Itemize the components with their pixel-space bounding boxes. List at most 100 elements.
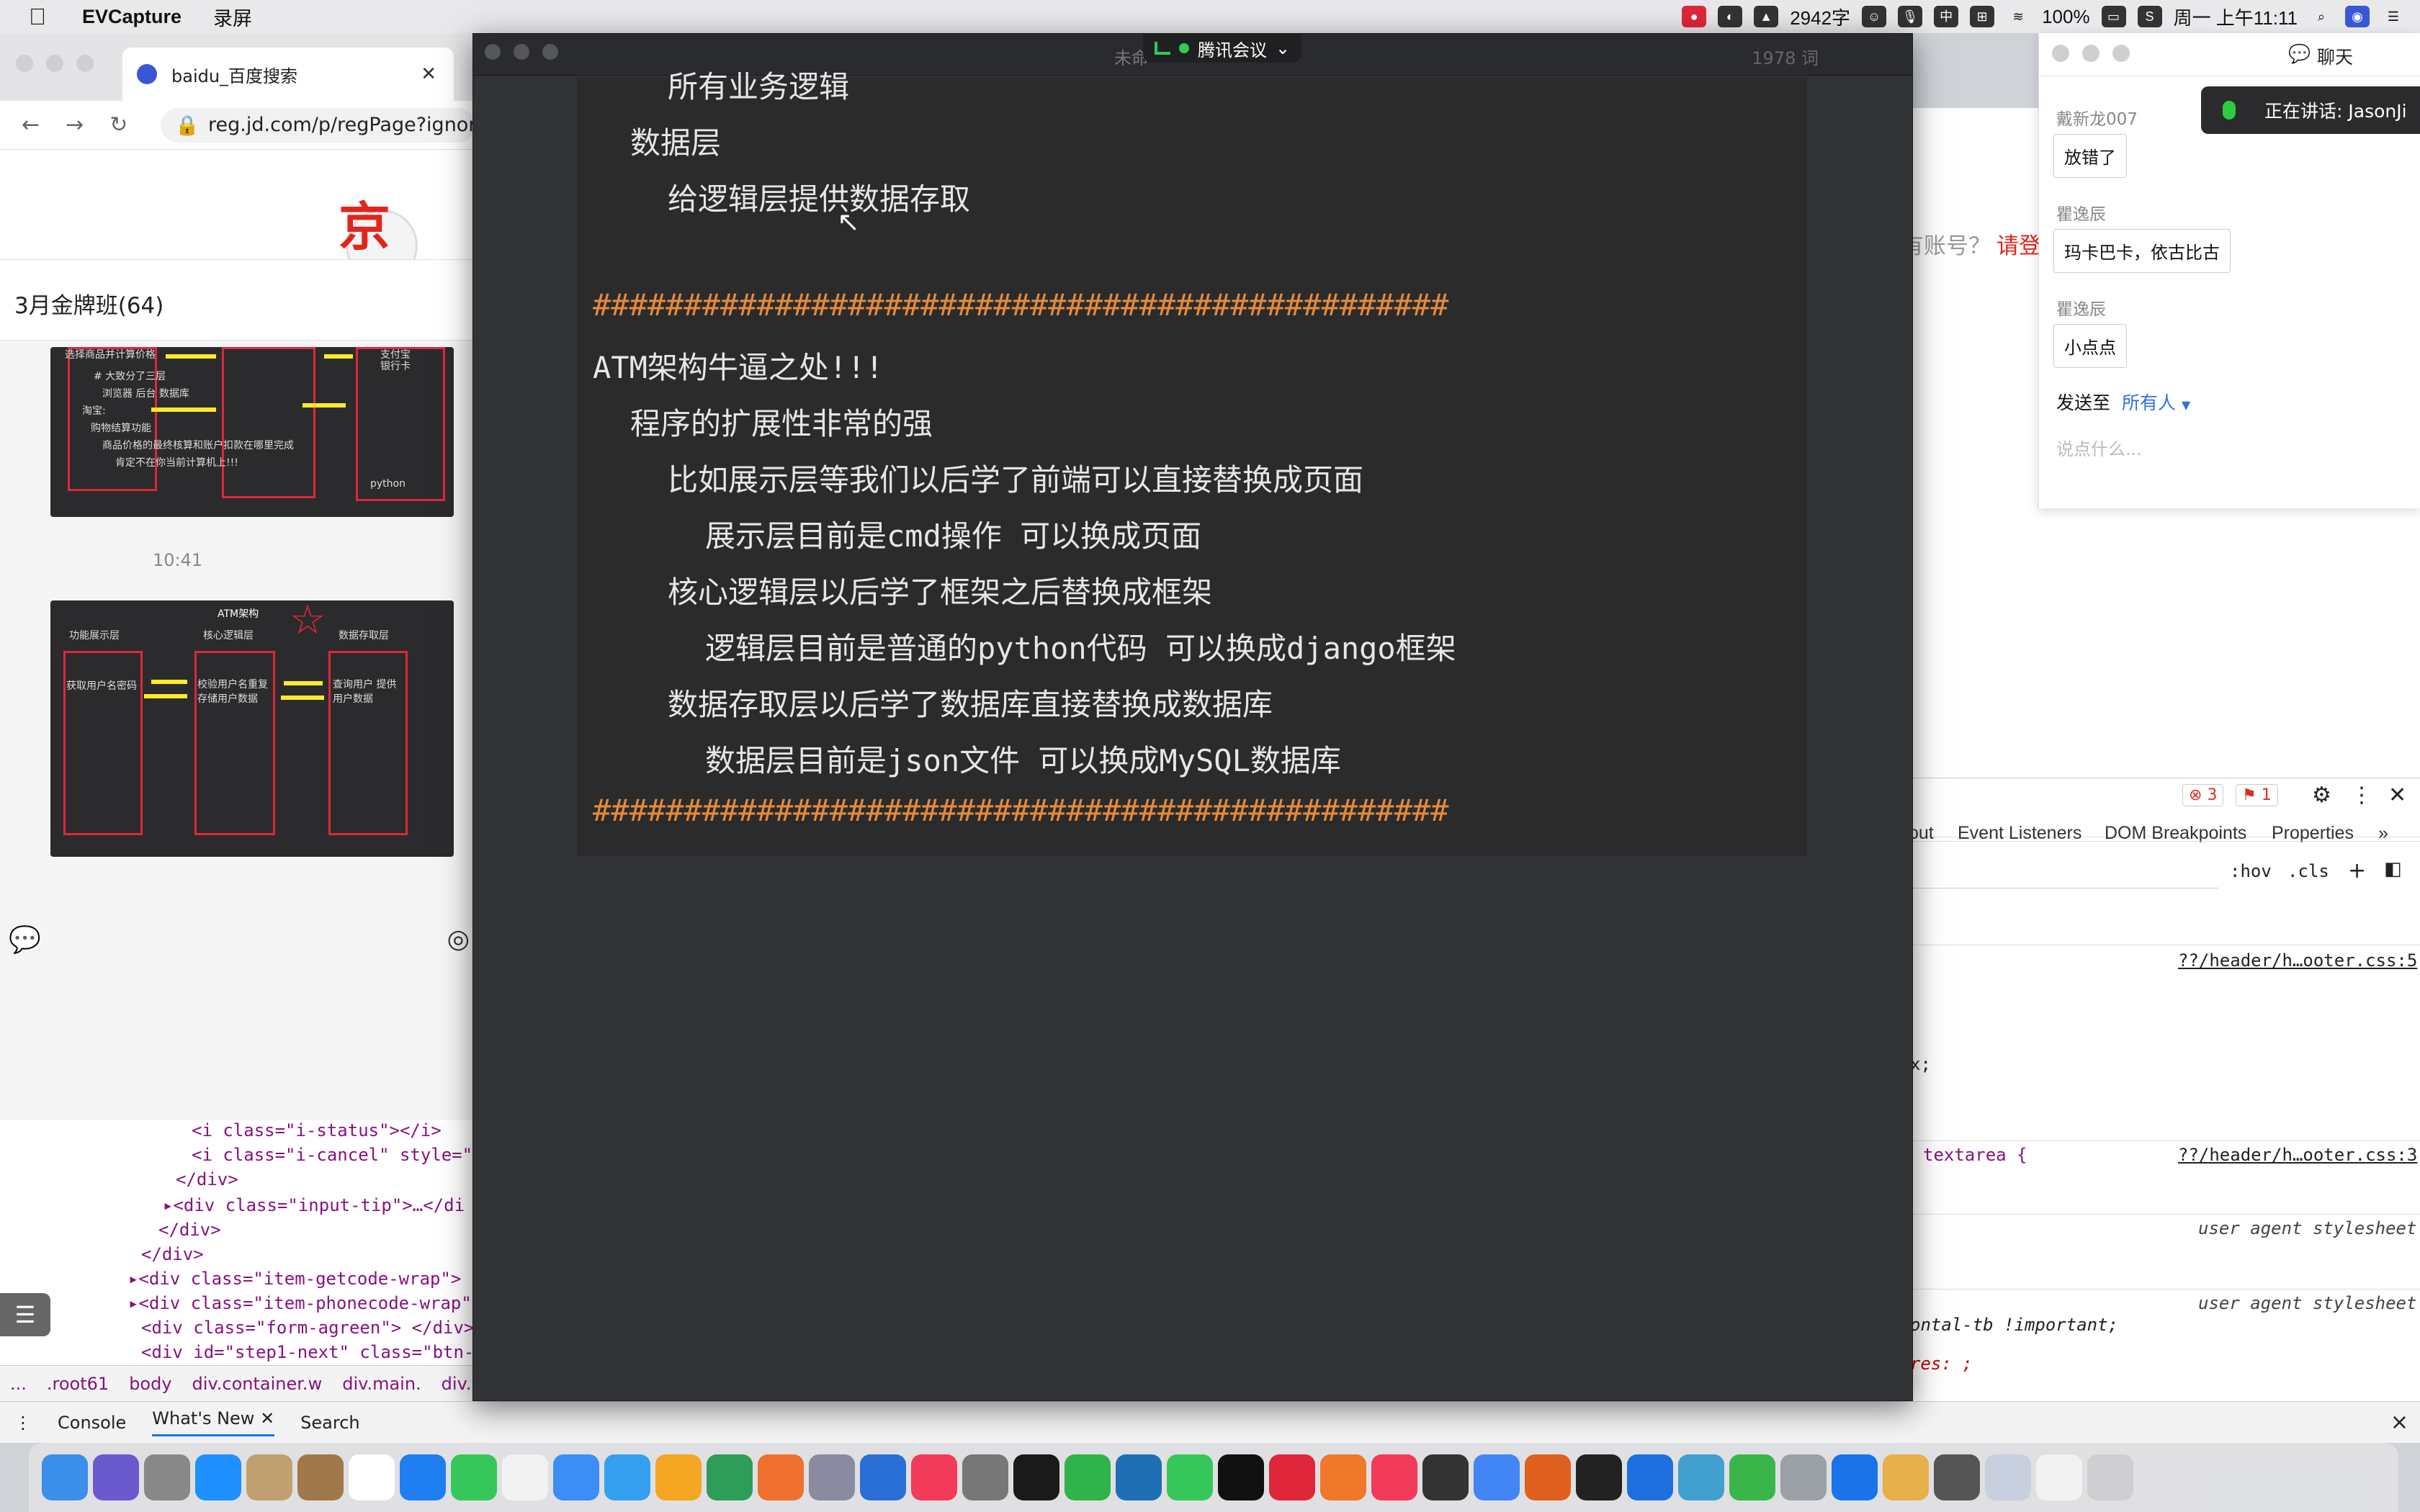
login-link[interactable]: 请登 <box>1996 228 2041 260</box>
dock-app-icon[interactable] <box>502 1454 548 1500</box>
error-count-badge[interactable]: ⊗ 3 <box>2182 784 2224 806</box>
dock-app-icon[interactable] <box>2087 1454 2133 1500</box>
dock-app-icon[interactable] <box>758 1454 804 1500</box>
forward-icon[interactable]: → <box>66 112 84 138</box>
dock-app-icon[interactable] <box>1525 1454 1571 1500</box>
dock-app-icon[interactable] <box>1832 1454 1878 1500</box>
editor-window-controls[interactable] <box>485 44 558 60</box>
dom-line[interactable]: <i class="i-status"></i> <box>192 1120 442 1140</box>
ime-icon[interactable]: 中 <box>1934 6 1959 27</box>
control-center-icon[interactable]: ☰ <box>2381 6 2406 27</box>
css-source-link[interactable]: ??/header/h…ooter.css:5 <box>2178 950 2417 971</box>
chevron-down-icon[interactable]: ⌄ <box>1276 38 1290 58</box>
warning-count-badge[interactable]: ⚑ 1 <box>2236 784 2278 806</box>
dock-app-icon[interactable] <box>246 1454 292 1500</box>
mountain-icon[interactable]: ▲ <box>1754 6 1779 27</box>
dock-app-icon[interactable] <box>2036 1454 2082 1500</box>
grid-icon[interactable]: ⊞ <box>1970 6 1995 27</box>
close-drawer-icon[interactable]: × <box>2390 1410 2408 1435</box>
dock-app-icon[interactable] <box>1422 1454 1469 1500</box>
reload-icon[interactable]: ↻ <box>109 112 127 138</box>
image-message-1[interactable]: 选择商品并计算价格 # 大致分了三层 浏览器 后台 数据库 淘宝: 购物结算功能… <box>50 347 454 517</box>
chat-window-controls[interactable] <box>2052 45 2130 62</box>
breadcrumb-item[interactable]: div.container.w <box>192 1374 323 1394</box>
user-icon[interactable]: ◉ <box>2345 6 2370 27</box>
dock-app-icon[interactable] <box>1320 1454 1366 1500</box>
dock-app-icon[interactable] <box>451 1454 497 1500</box>
dock-app-icon[interactable] <box>1780 1454 1827 1500</box>
dock-app-icon[interactable] <box>400 1454 446 1500</box>
record-icon[interactable]: ● <box>1682 6 1707 27</box>
mic-icon[interactable]: 🎙 <box>1898 6 1923 27</box>
sidebar-toggle-icon[interactable]: ◧ <box>2384 858 2402 880</box>
meeting-pill[interactable]: 腾讯会议 ⌄ <box>1143 34 1302 63</box>
dom-line[interactable]: </div> <box>141 1244 204 1264</box>
wifi-icon[interactable]: ≋ <box>2006 6 2030 27</box>
close-icon[interactable]: ✕ <box>421 63 436 85</box>
dom-line[interactable]: </div> <box>176 1169 238 1189</box>
wechat-icon[interactable]: ◐ <box>1718 6 1743 27</box>
battery-icon[interactable]: ▭ <box>2101 6 2126 27</box>
breadcrumb-item[interactable]: div.main. <box>342 1374 421 1394</box>
dock-app-icon[interactable] <box>860 1454 906 1500</box>
window-controls[interactable] <box>16 55 94 72</box>
message-bubble[interactable]: 玛卡巴卡，依古比古 <box>2053 229 2231 273</box>
dom-line[interactable]: <i class="i-cancel" style=" <box>192 1145 472 1165</box>
dock-app-icon[interactable] <box>553 1454 599 1500</box>
tab-search[interactable]: Search <box>300 1413 359 1433</box>
dock-app-icon[interactable] <box>1065 1454 1111 1500</box>
add-rule-icon[interactable]: + <box>2348 858 2366 883</box>
settings-gear-icon[interactable]: ⚙ <box>2312 783 2331 808</box>
target-icon[interactable]: ◎ <box>447 924 470 955</box>
dock-app-icon[interactable] <box>195 1454 241 1500</box>
dock-app-icon[interactable] <box>911 1454 957 1500</box>
dock-app-icon[interactable] <box>144 1454 190 1500</box>
dock-app-icon[interactable] <box>1934 1454 1980 1500</box>
css-source-link[interactable]: ??/header/h…ooter.css:3 <box>2178 1145 2417 1165</box>
dock-app-icon[interactable] <box>707 1454 753 1500</box>
send-to-target[interactable]: 所有人 <box>2122 392 2176 413</box>
dock-app-icon[interactable] <box>349 1454 395 1500</box>
comment-icon[interactable]: 💬 <box>9 924 41 955</box>
close-devtools-icon[interactable]: ✕ <box>2388 783 2406 808</box>
dom-line[interactable]: ▸<div class="item-getcode-wrap"> <box>128 1269 461 1289</box>
cls-toggle[interactable]: .cls <box>2287 861 2329 881</box>
back-icon[interactable]: ← <box>22 112 40 138</box>
dock-app-icon[interactable] <box>1627 1454 1673 1500</box>
chevron-down-icon[interactable]: ▼ <box>2182 398 2190 412</box>
dom-line[interactable]: ▸<div class="item-phonecode-wrap" <box>128 1293 472 1313</box>
breadcrumb-item[interactable]: body <box>129 1374 171 1394</box>
face-icon[interactable]: ☺ <box>1862 6 1887 27</box>
dom-line[interactable]: </div> <box>158 1220 221 1240</box>
tab-whats-new[interactable]: What's New ✕ <box>152 1408 275 1436</box>
dock-app-icon[interactable] <box>297 1454 344 1500</box>
dock-app-icon[interactable] <box>1678 1454 1724 1500</box>
clock[interactable]: 周一 上午11:11 <box>2174 4 2298 30</box>
dock-app-icon[interactable] <box>1167 1454 1213 1500</box>
tab-baidu[interactable]: baidu_百度搜索 ✕ <box>122 48 454 101</box>
dock-app-icon[interactable] <box>655 1454 702 1500</box>
dom-line[interactable]: <div class="form-agreen"> </div> <box>141 1318 474 1338</box>
image-message-2[interactable]: ATM架构 ☆ 功能展示层 核心逻辑层 数据存取层 获取用户名密码 校验用户名重… <box>50 600 454 857</box>
message-bubble[interactable]: 放错了 <box>2053 134 2127 178</box>
hov-toggle[interactable]: :hov <box>2230 861 2272 881</box>
dock-app-icon[interactable] <box>93 1454 139 1500</box>
url-field[interactable]: 🔒 reg.jd.com/p/regPage?ignore <box>161 107 475 143</box>
menu-record[interactable]: 录屏 <box>213 3 252 31</box>
menu-app-name[interactable]: EVCapture <box>82 6 182 28</box>
breadcrumb-item[interactable]: div.reg-fo <box>442 1374 475 1394</box>
apple-icon[interactable]:  <box>29 2 58 31</box>
dock-app-icon[interactable] <box>1013 1454 1059 1500</box>
message-bubble[interactable]: 小点点 <box>2053 324 2127 368</box>
dock-app-icon[interactable] <box>42 1454 88 1500</box>
dock-app-icon[interactable] <box>1576 1454 1622 1500</box>
dock-app-icon[interactable] <box>1883 1454 1929 1500</box>
spotlight-icon[interactable]: ⌕ <box>2309 6 2334 27</box>
drawer-menu-icon[interactable]: ⋮ <box>14 1413 32 1433</box>
styles-filter-input[interactable] <box>1909 857 2218 888</box>
dock-app-icon[interactable] <box>1218 1454 1264 1500</box>
dock-app-icon[interactable] <box>1729 1454 1775 1500</box>
more-vertical-icon[interactable]: ⋮ <box>2351 783 2372 808</box>
script-icon[interactable]: S <box>2137 6 2162 27</box>
list-icon[interactable]: ☰ <box>0 1293 50 1336</box>
